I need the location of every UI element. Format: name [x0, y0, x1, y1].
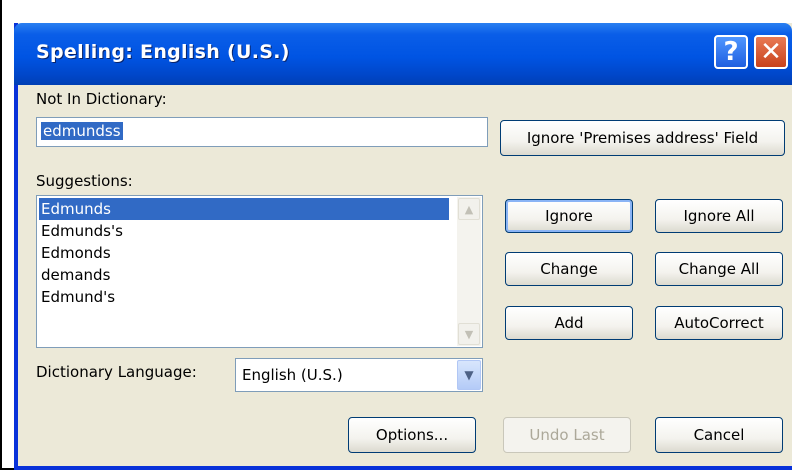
- options-button[interactable]: Options...: [348, 417, 476, 453]
- cancel-button[interactable]: Cancel: [655, 417, 783, 453]
- suggestion-item[interactable]: Edmonds: [41, 242, 111, 264]
- close-button[interactable]: ✕: [754, 35, 788, 69]
- not-in-dictionary-label: Not In Dictionary:: [36, 90, 167, 108]
- change-all-button[interactable]: Change All: [655, 252, 783, 286]
- title-bar[interactable]: Spelling: English (U.S.) ? ✕: [14, 23, 792, 85]
- not-in-dictionary-field[interactable]: edmundss: [36, 117, 488, 147]
- suggestions-list[interactable]: Edmunds Edmunds's Edmonds demands Edmund…: [36, 195, 483, 348]
- suggestions-scrollbar[interactable]: ▲ ▼: [457, 197, 481, 346]
- suggestion-item[interactable]: Edmund's: [41, 286, 115, 308]
- dictionary-language-select[interactable]: English (U.S.) ▼: [235, 358, 483, 392]
- change-button[interactable]: Change: [505, 252, 633, 286]
- dialog-body: Not In Dictionary: edmundss Ignore 'Prem…: [18, 85, 788, 466]
- suggestion-item[interactable]: Edmunds's: [41, 220, 123, 242]
- suggestion-item[interactable]: Edmunds: [39, 198, 449, 220]
- chevron-down-icon[interactable]: ▼: [457, 360, 481, 390]
- misspelled-word: edmundss: [41, 122, 123, 140]
- scroll-down-icon[interactable]: ▼: [458, 323, 480, 345]
- help-icon: ?: [723, 37, 739, 67]
- window-title: Spelling: English (U.S.): [36, 41, 290, 63]
- add-button[interactable]: Add: [505, 306, 633, 340]
- undo-last-button: Undo Last: [503, 417, 631, 453]
- ignore-all-button[interactable]: Ignore All: [655, 199, 783, 233]
- dictionary-language-value: English (U.S.): [242, 366, 343, 384]
- dictionary-language-label: Dictionary Language:: [36, 363, 197, 381]
- ignore-field-button[interactable]: Ignore 'Premises address' Field: [500, 120, 785, 156]
- ignore-button[interactable]: Ignore: [505, 199, 633, 233]
- autocorrect-button[interactable]: AutoCorrect: [655, 306, 783, 340]
- close-icon: ✕: [760, 37, 782, 67]
- suggestion-item[interactable]: demands: [41, 264, 110, 286]
- scroll-up-icon[interactable]: ▲: [458, 198, 480, 220]
- help-button[interactable]: ?: [714, 35, 748, 69]
- suggestions-label: Suggestions:: [36, 172, 133, 190]
